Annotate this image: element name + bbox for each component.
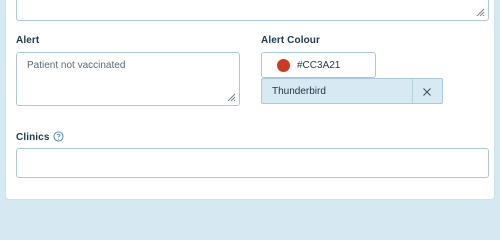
colour-hex-value: #CC3A21 [297, 60, 341, 71]
previous-textarea[interactable] [16, 0, 489, 21]
colour-swatch [277, 59, 290, 72]
alert-colour-label: Alert Colour [261, 35, 320, 46]
clear-selection-button[interactable] [418, 83, 436, 101]
alert-colour-input[interactable]: #CC3A21 [261, 52, 376, 78]
clinics-label: Clinics [16, 132, 50, 143]
close-icon [423, 88, 431, 96]
form-panel: Alert Patient not vaccinated Alert Colou… [5, 0, 495, 200]
resize-grip-icon[interactable] [476, 8, 485, 17]
alert-label: Alert [16, 35, 40, 46]
colour-name-dropdown[interactable]: Thunderbird [261, 78, 443, 104]
clinics-input[interactable] [16, 148, 489, 178]
colour-name-value: Thunderbird [272, 86, 326, 97]
help-circle-icon[interactable] [53, 131, 64, 142]
dropdown-divider [412, 79, 413, 103]
alert-textarea[interactable]: Patient not vaccinated [16, 52, 240, 106]
alert-text-value: Patient not vaccinated [27, 60, 126, 71]
resize-grip-icon[interactable] [227, 93, 236, 102]
